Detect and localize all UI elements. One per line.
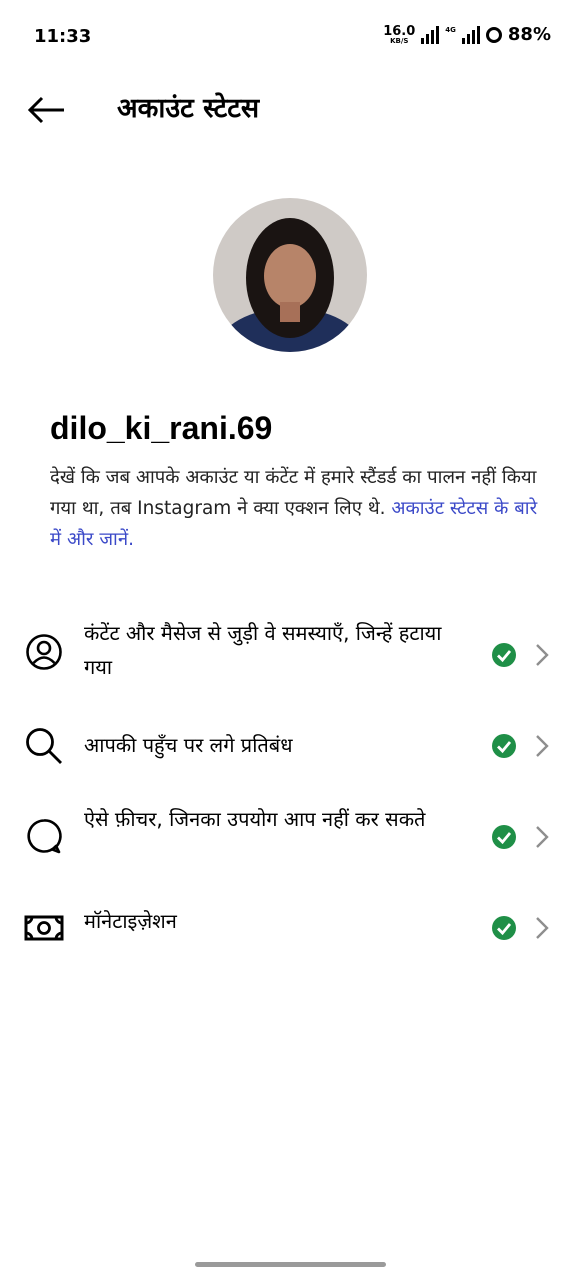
status-indicators: 16.0 KB/S 4G 88% (383, 24, 551, 45)
status-bar: 11:33 16.0 KB/S 4G 88% (0, 0, 581, 76)
network-speed: 16.0 KB/S (383, 25, 415, 45)
chevron-right-icon (536, 735, 549, 757)
status-row-label: कंटेंट और मैसेज से जुड़ी वे समस्याएँ, जि… (84, 621, 442, 679)
status-row-label: आपकी पहुँच पर लगे प्रतिबंध (84, 733, 293, 757)
account-status-description: देखें कि जब आपके अकाउंट या कंटेंट में हम… (50, 462, 550, 555)
page-title: अकाउंट स्टेटस (117, 93, 260, 124)
wifi-signal-icon (421, 25, 440, 44)
status-row-reach-restrictions[interactable]: आपकी पहुँच पर लगे प्रतिबंध (0, 718, 581, 774)
status-row-label: मॉनेटाइज़ेशन (84, 909, 177, 933)
status-row-removed-content[interactable]: कंटेंट और मैसेज से जुड़ी वे समस्याएँ, जि… (0, 612, 581, 692)
chevron-right-icon (536, 826, 549, 848)
network-speed-unit: KB/S (390, 36, 409, 45)
profile-avatar (213, 198, 367, 352)
app-header: अकाउंट स्टेटस (0, 80, 581, 140)
battery-icon (485, 26, 502, 43)
home-indicator[interactable] (195, 1262, 386, 1267)
back-button[interactable] (22, 88, 70, 132)
chevron-right-icon (536, 917, 549, 939)
chevron-right-icon (536, 644, 549, 666)
search-icon (24, 726, 64, 766)
circle-person-icon (24, 632, 64, 672)
check-circle-icon (492, 734, 516, 758)
status-time: 11:33 (34, 26, 92, 47)
network-speed-value: 16.0 (383, 23, 416, 39)
status-row-unavailable-features[interactable]: ऐसे फ़ीचर, जिनका उपयोग आप नहीं कर सकते (0, 798, 581, 878)
cell-signal-icon (461, 25, 480, 44)
speech-bubble-icon (24, 816, 64, 856)
battery-percent: 88% (507, 24, 551, 45)
money-icon (24, 908, 64, 948)
arrow-left-icon (27, 96, 64, 124)
status-row-label: ऐसे फ़ीचर, जिनका उपयोग आप नहीं कर सकते (84, 807, 426, 831)
status-row-monetization[interactable]: मॉनेटाइज़ेशन (0, 902, 581, 954)
username: dilo_ki_rani.69 (50, 410, 273, 446)
network-type: 4G (445, 25, 456, 34)
check-circle-icon (492, 643, 516, 667)
check-circle-icon (492, 825, 516, 849)
check-circle-icon (492, 916, 516, 940)
